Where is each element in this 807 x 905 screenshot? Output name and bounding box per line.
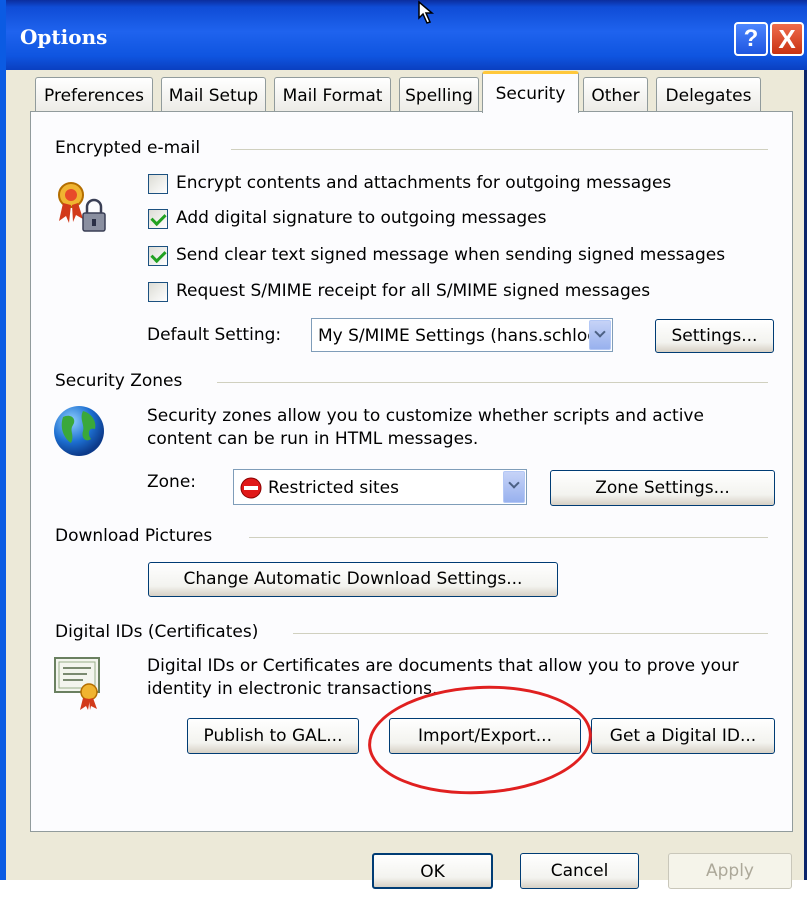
settings-button[interactable]: Settings...	[655, 319, 774, 353]
publish-to-gal-button[interactable]: Publish to GAL...	[187, 718, 359, 754]
clear-text-signed-checkbox[interactable]	[148, 246, 168, 266]
tab-delegates[interactable]: Delegates	[656, 77, 761, 112]
certificate-lock-icon	[58, 182, 106, 232]
zone-label: Zone:	[147, 472, 197, 492]
add-signature-checkbox[interactable]	[148, 209, 168, 229]
restricted-icon	[240, 477, 262, 499]
chevron-down-icon[interactable]	[589, 320, 611, 350]
apply-button[interactable]: Apply	[668, 853, 792, 889]
smime-receipt-checkbox[interactable]	[148, 282, 168, 302]
change-download-settings-button[interactable]: Change Automatic Download Settings...	[148, 562, 558, 597]
close-button[interactable]: X	[770, 22, 804, 56]
ok-button[interactable]: OK	[372, 853, 493, 889]
smime-receipt-label: Request S/MIME receipt for all S/MIME si…	[176, 281, 651, 301]
options-dialog: Options ? X Preferences Mail Setup Mail …	[0, 0, 807, 889]
tab-preferences[interactable]: Preferences	[35, 77, 153, 112]
security-zones-description-line1: Security zones allow you to customize wh…	[147, 406, 704, 426]
digital-ids-heading: Digital IDs (Certificates)	[55, 622, 259, 642]
digital-ids-description-line1: Digital IDs or Certificates are document…	[147, 656, 739, 676]
download-pictures-heading: Download Pictures	[55, 526, 213, 546]
mouse-cursor-icon	[418, 0, 435, 24]
tab-spelling[interactable]: Spelling	[399, 77, 479, 112]
add-signature-label: Add digital signature to outgoing messag…	[176, 208, 547, 228]
globe-icon	[54, 406, 104, 456]
security-zones-heading: Security Zones	[55, 371, 183, 391]
encrypt-contents-checkbox[interactable]	[148, 174, 168, 194]
security-zones-description-line2: content can be run in HTML messages.	[147, 429, 479, 449]
window-title: Options	[20, 25, 108, 49]
encrypt-contents-label: Encrypt contents and attachments for out…	[176, 173, 672, 193]
zone-dropdown[interactable]: Restricted sites	[233, 469, 527, 505]
group-divider	[231, 149, 768, 150]
group-divider	[249, 537, 768, 538]
digital-ids-description-line2: identity in electronic transactions.	[147, 679, 438, 699]
title-bar[interactable]: Options ? X	[0, 0, 807, 70]
window-frame	[0, 0, 6, 880]
tab-security[interactable]: Security	[482, 71, 579, 113]
group-divider	[217, 382, 768, 383]
default-setting-value: My S/MIME Settings (hans.schloe	[318, 326, 598, 346]
tab-other[interactable]: Other	[583, 77, 648, 112]
tab-mail-format[interactable]: Mail Format	[274, 77, 391, 112]
zone-value: Restricted sites	[268, 478, 399, 498]
certificate-icon	[54, 657, 100, 710]
encrypted-email-heading: Encrypted e-mail	[55, 138, 201, 158]
group-divider	[293, 633, 768, 634]
default-setting-dropdown[interactable]: My S/MIME Settings (hans.schloe	[311, 318, 613, 352]
get-digital-id-button[interactable]: Get a Digital ID...	[591, 718, 775, 754]
zone-settings-button[interactable]: Zone Settings...	[550, 470, 775, 506]
default-setting-label: Default Setting:	[147, 325, 282, 345]
tab-mail-setup[interactable]: Mail Setup	[161, 77, 266, 112]
help-button[interactable]: ?	[734, 22, 768, 56]
chevron-down-icon[interactable]	[503, 471, 525, 503]
clear-text-signed-label: Send clear text signed message when send…	[176, 245, 726, 265]
cancel-button[interactable]: Cancel	[520, 853, 639, 889]
